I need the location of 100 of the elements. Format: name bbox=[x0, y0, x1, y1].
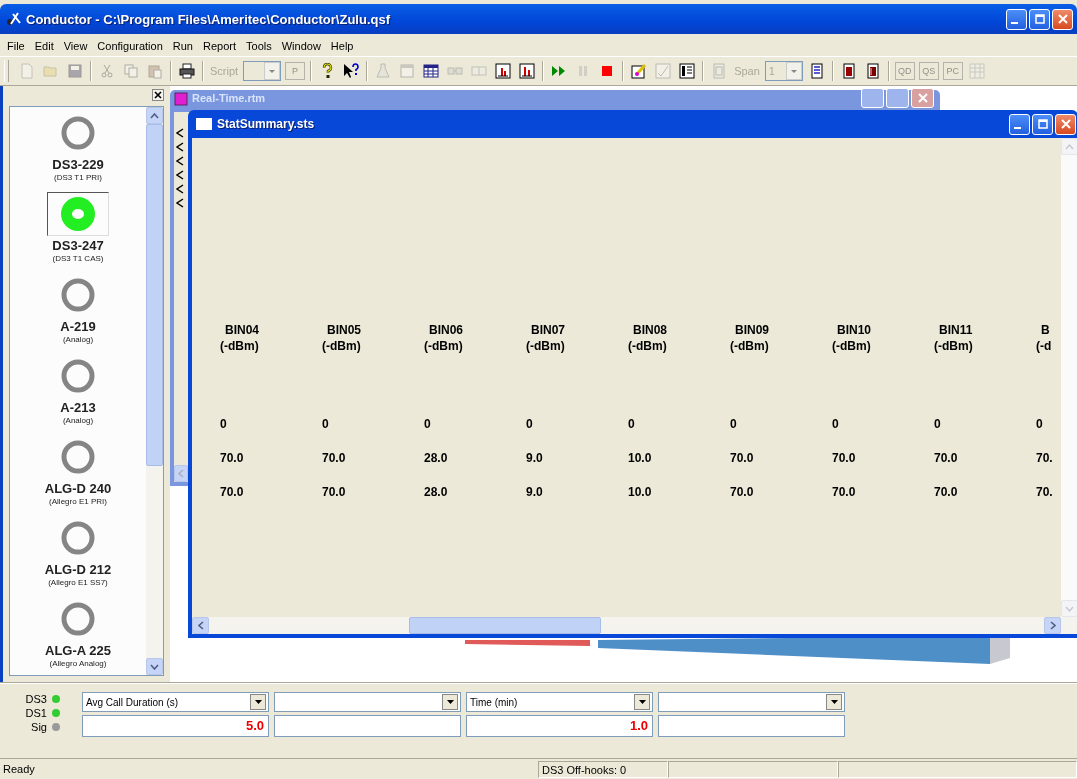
column-heading: BIN11 bbox=[938, 322, 973, 338]
pointer-help-icon bbox=[343, 63, 360, 79]
menu-item[interactable]: Edit bbox=[29, 40, 59, 52]
table-cell-text: 70.0 bbox=[220, 450, 245, 467]
scroll-thumb[interactable] bbox=[409, 617, 601, 634]
window-title: Real-Time.rtm bbox=[192, 92, 266, 104]
chart-icon bbox=[519, 63, 536, 79]
dropdown[interactable]: Avg Call Duration (s) bbox=[82, 692, 269, 712]
device-name[interactable]: ALG-D 240 bbox=[44, 482, 112, 496]
chevron-right-icon bbox=[1049, 621, 1056, 630]
document-icon bbox=[808, 63, 825, 79]
table-cell-text: 0 bbox=[526, 416, 534, 433]
device-name[interactable]: ALG-A 225 bbox=[45, 644, 111, 658]
cut-icon bbox=[99, 63, 115, 79]
dropdown-button[interactable] bbox=[634, 694, 650, 710]
scroll-down-button[interactable] bbox=[146, 658, 163, 675]
toolbar-button[interactable] bbox=[176, 60, 198, 82]
edit-icon bbox=[631, 63, 648, 79]
scroll-thumb[interactable] bbox=[146, 124, 163, 466]
column-heading: BIN08 bbox=[632, 322, 667, 338]
menu-item[interactable]: Help bbox=[325, 40, 359, 52]
device-name[interactable]: DS3-229 bbox=[52, 158, 104, 172]
menu-item[interactable]: Run bbox=[167, 40, 198, 52]
table-cell-text: 28.0 bbox=[424, 484, 449, 501]
column-unit: (-dBm) bbox=[526, 338, 565, 354]
column-unit: (-dBm) bbox=[424, 338, 463, 354]
maximize-button[interactable] bbox=[1032, 113, 1053, 135]
menu-item[interactable]: Tools bbox=[241, 40, 277, 52]
menu-item[interactable]: File bbox=[2, 40, 30, 52]
table-cell-text: 0 bbox=[730, 416, 738, 433]
scroll-right-button[interactable] bbox=[1044, 617, 1061, 634]
dropdown-button[interactable] bbox=[826, 694, 842, 710]
toolbar-label: Span bbox=[734, 65, 760, 77]
table-icon bbox=[423, 63, 440, 79]
scrollbar[interactable] bbox=[146, 107, 163, 675]
column-unit: (-dBm) bbox=[934, 338, 973, 354]
minimize-button[interactable] bbox=[1006, 8, 1027, 30]
device-button[interactable] bbox=[47, 192, 109, 236]
chevron-up-icon bbox=[150, 112, 159, 119]
caret-down-icon bbox=[268, 68, 277, 74]
menu-item[interactable]: View bbox=[58, 40, 93, 52]
menu-item[interactable]: Report bbox=[198, 40, 241, 52]
maximize-icon bbox=[1037, 119, 1048, 129]
document-icon bbox=[711, 63, 728, 79]
scroll-left-button[interactable] bbox=[192, 617, 209, 634]
table-cell-text: 0 bbox=[628, 416, 636, 433]
layout-icon bbox=[679, 63, 696, 79]
indicator-label: DS1 bbox=[25, 707, 47, 719]
scrollbar[interactable] bbox=[192, 617, 1077, 634]
device-name[interactable]: DS3-247 bbox=[52, 239, 104, 253]
menu-item[interactable]: Configuration bbox=[92, 40, 168, 52]
column-heading: BIN06 bbox=[428, 322, 463, 338]
device-type: (DS3 T1 PRI) bbox=[54, 172, 102, 183]
save-icon bbox=[67, 63, 83, 79]
app-icon bbox=[6, 11, 22, 27]
table-cell-text: 70.0 bbox=[220, 484, 245, 501]
chevron-up-icon bbox=[1065, 143, 1074, 150]
table-cell-text: 70.0 bbox=[322, 484, 347, 501]
table-cell-text: 70.0 bbox=[934, 450, 959, 467]
device-type: (Allegro Analog) bbox=[49, 658, 107, 669]
document-icon bbox=[864, 63, 881, 79]
minimize-button[interactable] bbox=[1009, 113, 1030, 135]
table-cell-text: 70.0 bbox=[730, 450, 755, 467]
column-heading: BIN07 bbox=[530, 322, 565, 338]
status-text: Ready bbox=[2, 761, 36, 777]
toolbar-label: Script bbox=[210, 65, 239, 77]
table-cell-text: 70. bbox=[1036, 450, 1054, 467]
device-name[interactable]: A-219 bbox=[60, 320, 96, 334]
indicator-label: DS3 bbox=[25, 693, 47, 705]
caret-down-icon bbox=[446, 700, 454, 704]
column-unit: (-dBm) bbox=[730, 338, 769, 354]
chevron-left-icon bbox=[178, 469, 184, 478]
document-icon bbox=[174, 92, 188, 106]
marker-icon bbox=[176, 184, 184, 194]
dropdown[interactable]: Time (min) bbox=[466, 692, 653, 712]
window-icon bbox=[399, 63, 416, 79]
column-unit: (-dBm) bbox=[322, 338, 361, 354]
indicator-label: Sig bbox=[31, 721, 47, 733]
table-cell-text: 70. bbox=[1036, 484, 1054, 501]
close-icon bbox=[1057, 14, 1068, 24]
caret-down-icon bbox=[638, 700, 646, 704]
maximize-button[interactable] bbox=[1029, 8, 1050, 30]
close-button[interactable] bbox=[152, 89, 164, 101]
column-heading: BIN09 bbox=[734, 322, 769, 338]
device-type: (Analog) bbox=[62, 334, 94, 345]
dropdown-button[interactable] bbox=[250, 694, 266, 710]
device-name[interactable]: A-213 bbox=[60, 401, 96, 415]
table-cell-text: 70.0 bbox=[730, 484, 755, 501]
device-type: (Allegro E1 PRI) bbox=[49, 496, 107, 507]
device-name[interactable]: ALG-D 212 bbox=[44, 563, 112, 577]
menu-item[interactable]: Window bbox=[276, 40, 326, 52]
dropdown-button[interactable] bbox=[442, 694, 458, 710]
device-type: (DS3 T1 CAS) bbox=[52, 253, 104, 264]
minimize-icon bbox=[1014, 127, 1021, 129]
scroll-up-button[interactable] bbox=[146, 107, 163, 124]
table-cell-text: 0 bbox=[832, 416, 840, 433]
value-field: 5.0 bbox=[82, 715, 269, 737]
device-type: (Allegro E1 SS7) bbox=[48, 577, 108, 588]
flask-icon bbox=[375, 63, 392, 79]
table-cell-text: 10.0 bbox=[628, 484, 653, 501]
